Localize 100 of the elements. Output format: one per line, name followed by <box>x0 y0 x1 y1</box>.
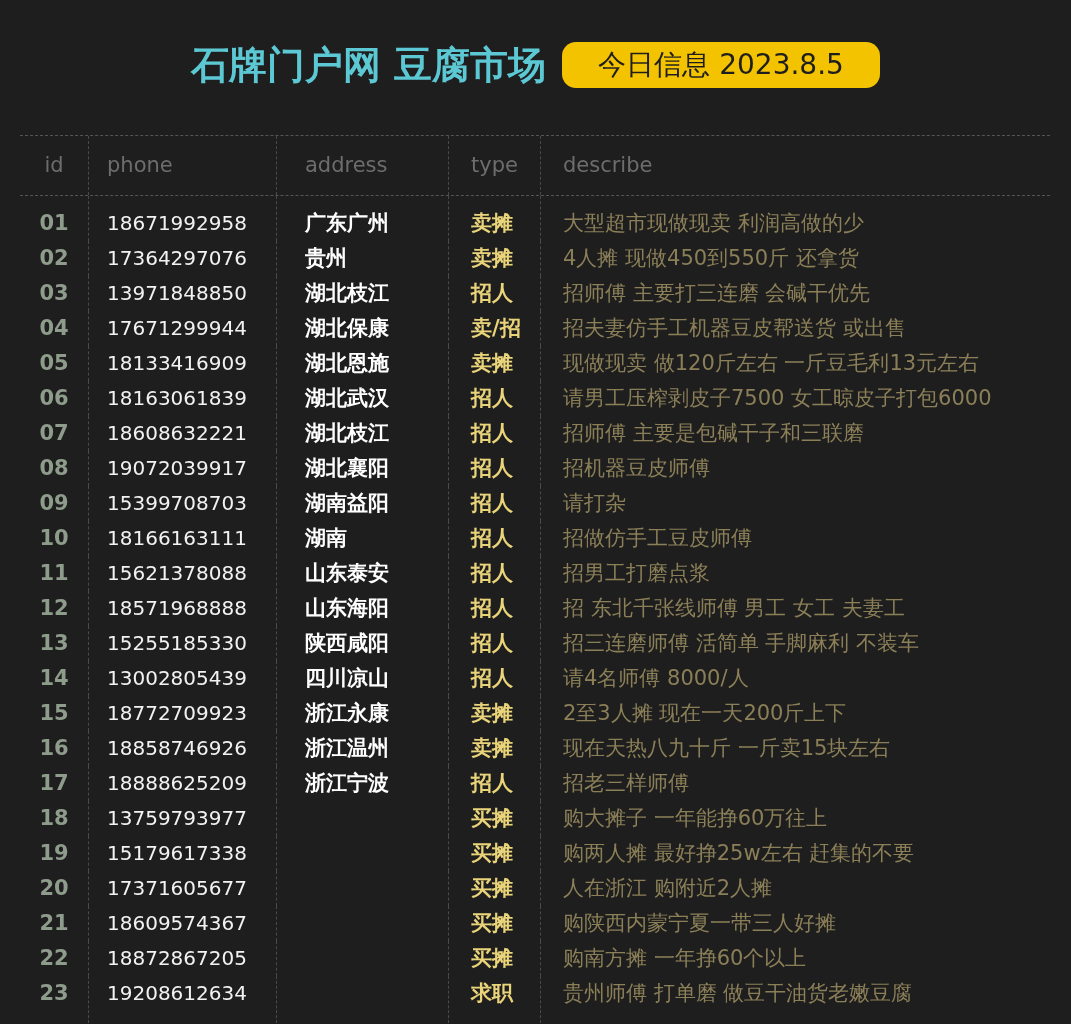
table-cell: 买摊 <box>471 946 513 970</box>
table-cell: 招人 <box>471 456 513 480</box>
table-cell: 19072039917 <box>107 456 247 480</box>
date-badge: 今日信息 2023.8.5 <box>562 42 880 88</box>
table-cell: 贵州 <box>305 246 347 270</box>
table-cell: 11 <box>39 561 69 585</box>
table-cell: 18163061839 <box>107 386 247 410</box>
table-cell: 广东广州 <box>305 211 389 235</box>
table-cell: 招人 <box>471 491 513 515</box>
table-cell: 招男工打磨点浆 <box>563 561 710 585</box>
table-cell: 17 <box>39 771 69 795</box>
table-cell: 13 <box>39 631 69 655</box>
table-cell: 招师傅 主要是包碱干子和三联磨 <box>563 421 864 445</box>
table-cell: 18 <box>39 806 69 830</box>
table-cell: 大型超市现做现卖 利润高做的少 <box>563 211 864 235</box>
table-cell: 卖/招 <box>471 316 521 340</box>
table-cell: 招老三样师傅 <box>563 771 689 795</box>
table-cell: 17371605677 <box>107 876 247 900</box>
table-cell: 14 <box>39 666 69 690</box>
table-cell: 06 <box>39 386 69 410</box>
table-cell: 湖北保康 <box>305 316 389 340</box>
table-cell: 湖北武汉 <box>305 386 389 410</box>
table-cell: 15399708703 <box>107 491 247 515</box>
table-cell: 湖南益阳 <box>305 491 389 515</box>
table-cell: 招夫妻仿手工机器豆皮帮送货 或出售 <box>563 316 906 340</box>
table-cell: 买摊 <box>471 841 513 865</box>
table-cell: 17364297076 <box>107 246 247 270</box>
table-cell: 招人 <box>471 421 513 445</box>
table-cell: 湖南 <box>305 526 347 550</box>
table-cell: 18133416909 <box>107 351 247 375</box>
table-cell: 山东泰安 <box>305 561 389 585</box>
column-header: address <box>305 153 388 177</box>
table-cell: 招机器豆皮师傅 <box>563 456 710 480</box>
table-cell: 买摊 <box>471 806 513 830</box>
table-cell: 招人 <box>471 771 513 795</box>
table-cell: 贵州师傅 打单磨 做豆干油货老嫩豆腐 <box>563 981 913 1005</box>
table-cell: 卖摊 <box>471 351 513 375</box>
table-cell: 卖摊 <box>471 736 513 760</box>
table-cell: 21 <box>39 911 69 935</box>
table-cell: 18609574367 <box>107 911 247 935</box>
table-cell: 卖摊 <box>471 246 513 270</box>
table-cell: 人在浙江 购附近2人摊 <box>563 876 773 900</box>
table-cell: 招人 <box>471 526 513 550</box>
table-cell: 18888625209 <box>107 771 247 795</box>
table-cell: 19 <box>39 841 69 865</box>
table-cell: 04 <box>39 316 69 340</box>
table-cell: 16 <box>39 736 69 760</box>
table-cell: 03 <box>39 281 69 305</box>
table-cell: 买摊 <box>471 911 513 935</box>
table-cell: 招三连磨师傅 活简单 手脚麻利 不装车 <box>563 631 920 655</box>
table-cell: 18166163111 <box>107 526 247 550</box>
table-cell: 13002805439 <box>107 666 247 690</box>
table-cell: 陕西咸阳 <box>305 631 389 655</box>
table-cell: 招 东北千张线师傅 男工 女工 夫妻工 <box>563 596 905 620</box>
table-cell: 18571968888 <box>107 596 247 620</box>
table-cell: 浙江永康 <box>305 701 389 725</box>
table-cell: 招师傅 主要打三连磨 会碱干优先 <box>563 281 871 305</box>
column-header: type <box>471 153 518 177</box>
table-cell: 2至3人摊 现在一天200斤上下 <box>563 701 847 725</box>
column-header: phone <box>107 153 173 177</box>
table-cell: 01 <box>39 211 69 235</box>
table-cell: 请男工压榨剥皮子7500 女工晾皮子打包6000 <box>563 386 992 410</box>
table-cell: 招人 <box>471 596 513 620</box>
table-cell: 购大摊子 一年能挣60万往上 <box>563 806 828 830</box>
table-cell: 招人 <box>471 631 513 655</box>
table-cell: 浙江温州 <box>305 736 389 760</box>
column-header: id <box>44 153 64 177</box>
table-cell: 19208612634 <box>107 981 247 1005</box>
table-cell: 07 <box>39 421 69 445</box>
table-cell: 10 <box>39 526 69 550</box>
table-cell: 卖摊 <box>471 211 513 235</box>
table-cell: 招人 <box>471 281 513 305</box>
table-cell: 18608632221 <box>107 421 247 445</box>
table-cell: 湖北襄阳 <box>305 456 389 480</box>
table-cell: 15621378088 <box>107 561 247 585</box>
table-cell: 20 <box>39 876 69 900</box>
table-cell: 浙江宁波 <box>305 771 389 795</box>
table-cell: 四川凉山 <box>305 666 389 690</box>
table-cell: 15179617338 <box>107 841 247 865</box>
table-cell: 13759793977 <box>107 806 247 830</box>
table-cell: 买摊 <box>471 876 513 900</box>
table-cell: 购两人摊 最好挣25w左右 赶集的不要 <box>563 841 915 865</box>
table-cell: 招人 <box>471 666 513 690</box>
table-cell: 08 <box>39 456 69 480</box>
table-cell: 15 <box>39 701 69 725</box>
table-cell: 12 <box>39 596 69 620</box>
table-cell: 15255185330 <box>107 631 247 655</box>
table-cell: 现做现卖 做120斤左右 一斤豆毛利13元左右 <box>563 351 980 375</box>
table-cell: 05 <box>39 351 69 375</box>
table-cell: 13971848850 <box>107 281 247 305</box>
table-cell: 招做仿手工豆皮师傅 <box>563 526 752 550</box>
table-cell: 购陕西内蒙宁夏一带三人好摊 <box>563 911 836 935</box>
table-cell: 17671299944 <box>107 316 247 340</box>
page-title: 石牌门户网 豆腐市场 <box>191 41 547 89</box>
table-cell: 09 <box>39 491 69 515</box>
table-cell: 4人摊 现做450到550斤 还拿货 <box>563 246 859 270</box>
table-cell: 湖北恩施 <box>305 351 389 375</box>
table-cell: 招人 <box>471 386 513 410</box>
table-cell: 请打杂 <box>563 491 626 515</box>
table-cell: 18858746926 <box>107 736 247 760</box>
